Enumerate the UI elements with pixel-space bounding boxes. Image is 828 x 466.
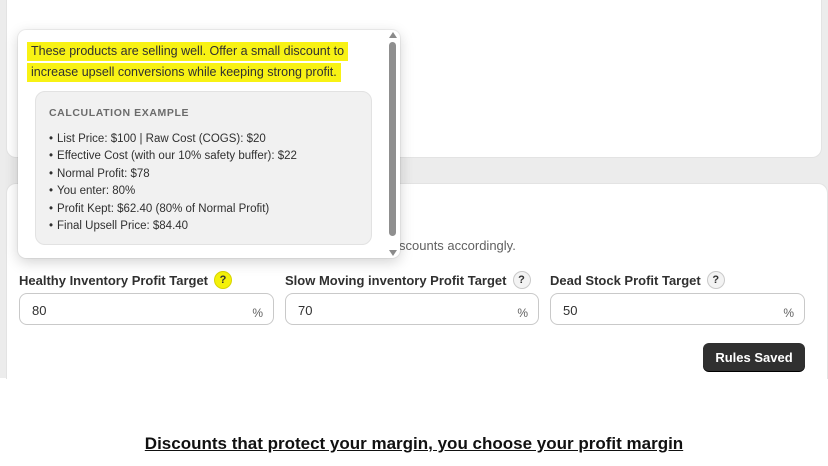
slow-moving-target-input[interactable]: 70 %: [285, 293, 539, 325]
healthy-target-label: Healthy Inventory Profit Target ?: [19, 271, 233, 289]
healthy-target-label-text: Healthy Inventory Profit Target: [19, 272, 209, 288]
dead-stock-help-icon[interactable]: ?: [706, 271, 725, 289]
slow-moving-target-label-text: Slow Moving inventory Profit Target: [285, 272, 507, 288]
help-popover: These products are selling well. Offer a…: [18, 30, 400, 258]
percent-suffix: %: [252, 306, 263, 320]
popover-message-line-1: These products are selling well. Offer a…: [27, 42, 349, 61]
list-item: List Price: $100 | Raw Cost (COGS): $20: [49, 131, 297, 148]
slow-moving-help-icon[interactable]: ?: [512, 271, 531, 289]
calculation-example-title: CALCULATION EXAMPLE: [49, 107, 190, 119]
card-description: scounts accordingly.: [399, 238, 516, 253]
slow-moving-target-value: 70: [298, 303, 313, 318]
dead-stock-target-value: 50: [563, 303, 578, 318]
healthy-help-icon[interactable]: ?: [214, 271, 233, 289]
slow-moving-target-label: Slow Moving inventory Profit Target ?: [285, 271, 531, 289]
scroll-down-arrow-icon[interactable]: [389, 250, 397, 256]
dead-stock-target-label-text: Dead Stock Profit Target: [550, 272, 701, 288]
list-item: Effective Cost (with our 10% safety buff…: [49, 148, 297, 165]
dead-stock-target-input[interactable]: 50 %: [550, 293, 805, 325]
healthy-target-value: 80: [32, 303, 47, 318]
calculation-example-box: CALCULATION EXAMPLE List Price: $100 | R…: [35, 91, 372, 245]
scroll-up-arrow-icon[interactable]: [389, 32, 397, 38]
rules-saved-button[interactable]: Rules Saved: [703, 343, 805, 371]
scroll-thumb[interactable]: [389, 42, 396, 236]
percent-suffix: %: [517, 306, 528, 320]
caption: Discounts that protect your margin, you …: [144, 434, 684, 453]
popover-message: These products are selling well. Offer a…: [27, 42, 349, 84]
popover-scrollbar[interactable]: [388, 30, 400, 258]
healthy-target-input[interactable]: 80 %: [19, 293, 274, 325]
percent-suffix: %: [783, 306, 794, 320]
list-item: Final Upsell Price: $84.40: [49, 218, 297, 235]
calculation-list: List Price: $100 | Raw Cost (COGS): $20 …: [49, 131, 297, 235]
dead-stock-target-label: Dead Stock Profit Target ?: [550, 271, 725, 289]
popover-message-line-2: increase upsell conversions while keepin…: [27, 63, 341, 82]
list-item: You enter: 80%: [49, 183, 297, 200]
list-item: Profit Kept: $62.40 (80% of Normal Profi…: [49, 201, 297, 218]
list-item: Normal Profit: $78: [49, 166, 297, 183]
